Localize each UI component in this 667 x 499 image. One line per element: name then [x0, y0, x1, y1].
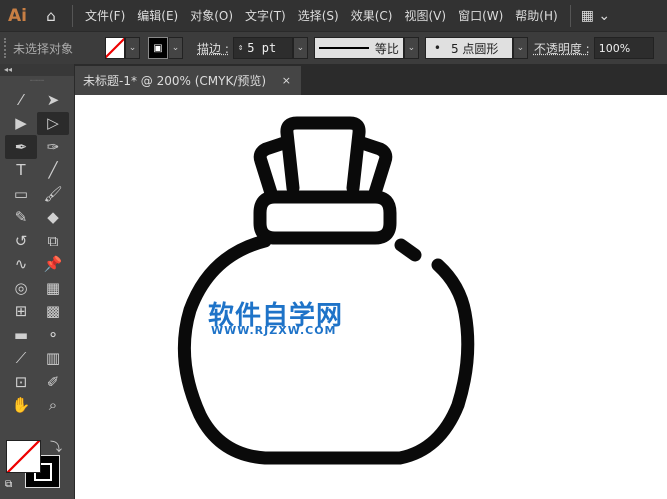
menu-effect[interactable]: 效果(C)	[345, 7, 399, 24]
app-logo: Ai	[8, 5, 27, 26]
bag-knot-right	[352, 135, 393, 200]
stroke-label[interactable]: 描边 :	[197, 40, 229, 57]
bag-neck	[253, 190, 397, 245]
dot-icon: •	[433, 41, 441, 55]
mesh-tool-icon[interactable]: ⊞	[5, 300, 37, 324]
menu-bar: Ai ⌂ 文件(F) 编辑(E) 对象(O) 文字(T) 选择(S) 效果(C)…	[0, 0, 667, 31]
menu-file[interactable]: 文件(F)	[79, 7, 131, 24]
menu-select[interactable]: 选择(S)	[292, 7, 345, 24]
menu-view[interactable]: 视图(V)	[398, 7, 452, 24]
menu-object[interactable]: 对象(O)	[184, 7, 239, 24]
swap-colors-icon[interactable]: ⤵	[50, 438, 62, 455]
opacity-input[interactable]: 100%	[593, 37, 654, 59]
slice-tool-icon[interactable]: ✐	[37, 370, 69, 394]
shape-builder-tool-icon[interactable]: ◎	[5, 276, 37, 300]
stroke-weight-value: 5 pt	[247, 41, 277, 55]
line-preview	[318, 47, 369, 49]
bag-knot-top	[280, 116, 366, 195]
fill-swatch[interactable]	[105, 37, 125, 59]
divider	[72, 4, 73, 27]
default-colors-icon[interactable]: ⧉	[5, 479, 12, 490]
pen-tool-icon[interactable]: ✒	[5, 135, 37, 159]
puppet-warp-tool-icon[interactable]: 📌	[37, 253, 69, 277]
document-tab[interactable]: 未标题-1* @ 200% (CMYK/预览) ×	[75, 66, 301, 95]
stroke-dropdown[interactable]: ⌄	[168, 37, 183, 59]
type-tool-icon[interactable]: T	[5, 159, 37, 183]
menu-type[interactable]: 文字(T)	[239, 7, 292, 24]
direct-selection-tool-icon[interactable]: ▷	[37, 111, 69, 135]
gradient-tool-icon[interactable]: ▩	[37, 300, 69, 324]
paintbrush-tool-icon[interactable]: 🖌	[37, 182, 69, 206]
curvature-tool-icon[interactable]: ✑	[37, 135, 69, 159]
profile-label: 等比	[374, 41, 399, 56]
divider	[569, 4, 571, 27]
opacity-label[interactable]: 不透明度 :	[534, 40, 590, 57]
zoom-tool-icon[interactable]: ⌕	[37, 394, 69, 418]
variable-width-profile[interactable]: 等比	[313, 37, 404, 59]
eyedropper-tool-icon[interactable]: ⟋	[5, 347, 37, 371]
magic-wand-tool-icon[interactable]: ⁄	[5, 88, 37, 112]
hand-tool-icon[interactable]: ✋	[5, 394, 37, 418]
rotate-tool-icon[interactable]: ↺	[5, 229, 37, 253]
shaper-tool-icon[interactable]: ✎	[5, 206, 37, 230]
home-icon[interactable]: ⌂	[36, 7, 66, 25]
workspace-layout-icon[interactable]: ▦ ⌄	[581, 8, 610, 24]
fill-color-swatch[interactable]	[6, 440, 41, 473]
line-tool-icon[interactable]: ╱	[37, 159, 69, 183]
menu-help[interactable]: 帮助(H)	[509, 7, 563, 24]
grip-handle[interactable]	[4, 38, 7, 58]
control-bar: 未选择对象 ⌄ ▣ ⌄ 描边 : ⇕ 5 pt ⌄ 等比 ⌄ • 5 点圆形 ⌄ 不…	[0, 31, 667, 64]
blend-tool-icon[interactable]: ⚬	[37, 323, 69, 347]
artboard-canvas[interactable]: 软件自学网 WWW.RJZXW.COM	[75, 95, 667, 499]
group-selection-tool-icon[interactable]: ➤	[37, 88, 69, 112]
tools-panel: ◂◂ ┈┈┈ ⁄ ➤ ▶ ▷ ✒ ✑ T ╱ ▭ 🖌 ✎ ◆ ↺ ⧉ ∿ 📌 ◎…	[0, 64, 75, 499]
close-tab-icon[interactable]: ×	[282, 74, 291, 87]
bag-body	[177, 234, 475, 465]
stepper-icon[interactable]: ⇕	[238, 43, 243, 53]
brush-dropdown[interactable]: ⌄	[512, 37, 528, 59]
stroke-swatch[interactable]: ▣	[148, 37, 168, 59]
watermark-url: WWW.RJZXW.COM	[211, 324, 337, 337]
document-tab-title: 未标题-1* @ 200% (CMYK/预览)	[83, 74, 267, 88]
menu-edit[interactable]: 编辑(E)	[131, 7, 184, 24]
bag-knot-left	[253, 135, 294, 200]
scale-tool-icon[interactable]: ⧉	[37, 229, 69, 253]
money-bag-artwork[interactable]	[75, 95, 667, 499]
graph-tool-icon[interactable]: ▥	[37, 347, 69, 371]
document-tab-bar: 未标题-1* @ 200% (CMYK/预览) ×	[75, 64, 667, 95]
menu-window[interactable]: 窗口(W)	[452, 7, 509, 24]
brush-label: 5 点圆形	[450, 41, 499, 56]
selection-tool-icon[interactable]: ▶	[5, 112, 37, 136]
warp-tool-icon[interactable]: ∿	[5, 253, 37, 277]
perspective-grid-tool-icon[interactable]: ▦	[37, 276, 69, 300]
eraser-tool-icon[interactable]: ◆	[37, 206, 69, 230]
fill-dropdown[interactable]: ⌄	[125, 37, 140, 59]
selection-status: 未选择对象	[13, 41, 74, 56]
artboard-tool-icon[interactable]: ⊡	[5, 370, 37, 394]
measure-tool-icon[interactable]: ▬	[5, 323, 37, 347]
profile-dropdown[interactable]: ⌄	[403, 37, 419, 59]
rectangle-tool-icon[interactable]: ▭	[5, 182, 37, 206]
stroke-weight-input[interactable]: ⇕ 5 pt	[232, 37, 293, 59]
stroke-weight-dropdown[interactable]: ⌄	[292, 37, 308, 59]
collapse-panel-icon[interactable]: ◂◂	[0, 64, 74, 76]
panel-grip[interactable]: ┈┈┈	[0, 76, 74, 88]
brush-definition[interactable]: • 5 点圆形	[424, 37, 513, 59]
bag-body-right-tick	[394, 238, 422, 262]
